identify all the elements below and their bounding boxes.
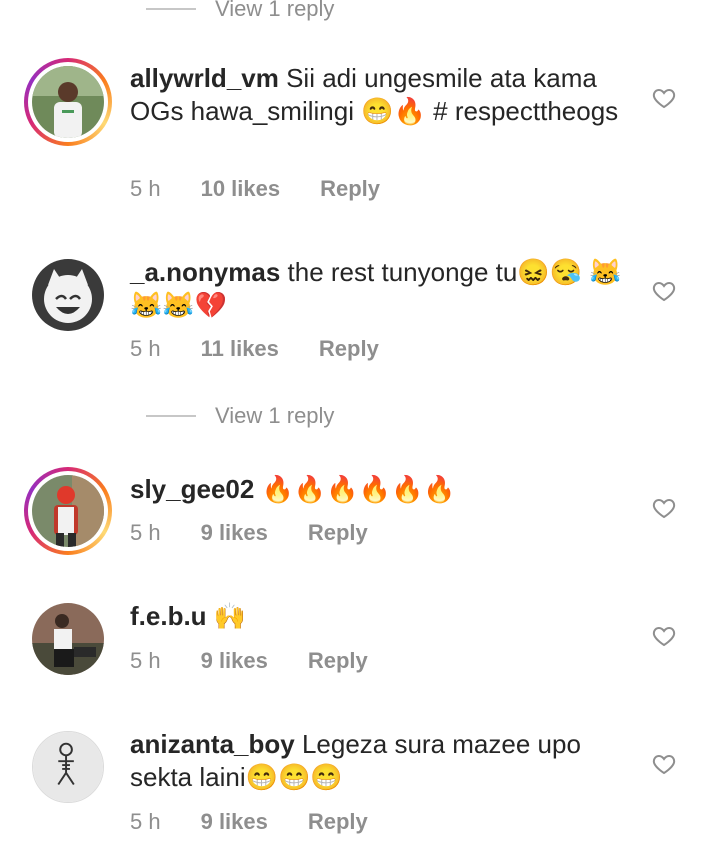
avatar[interactable]: [32, 603, 104, 675]
view-replies-label: View 1 reply: [215, 0, 335, 21]
comment-body: allywrld_vm Sii adi ungesmile ata kama O…: [130, 62, 630, 128]
avatar[interactable]: [24, 58, 112, 146]
comment-username[interactable]: sly_gee02: [130, 474, 254, 504]
avatar-photo: [32, 259, 104, 331]
divider-line: [146, 415, 196, 417]
comment-time: 5 h: [130, 176, 161, 201]
comment-meta: 5 h 9 likes Reply: [130, 520, 408, 546]
avatar[interactable]: [32, 731, 104, 803]
reply-button[interactable]: Reply: [308, 809, 368, 835]
comment-username[interactable]: allywrld_vm: [130, 63, 279, 93]
comment-likes[interactable]: 9 likes: [201, 520, 268, 546]
heart-icon[interactable]: [652, 752, 676, 776]
avatar-photo: [32, 603, 104, 675]
reply-button[interactable]: Reply: [319, 336, 379, 362]
comment-username[interactable]: anizanta_boy: [130, 729, 295, 759]
view-replies-link[interactable]: View 1 reply: [146, 403, 334, 429]
heart-icon[interactable]: [652, 279, 676, 303]
heart-icon[interactable]: [652, 624, 676, 648]
comment-meta: 5 h 9 likes Reply: [130, 648, 408, 674]
comment-body: f.e.b.u 🙌: [130, 600, 630, 633]
reply-button[interactable]: Reply: [320, 176, 380, 202]
comment-body: _a.nonymas the rest tunyonge tu😖😪 😹😹😹💔: [130, 256, 630, 322]
comment-username[interactable]: _a.nonymas: [130, 257, 280, 287]
view-replies-link-top[interactable]: View 1 reply: [146, 0, 334, 22]
comment-meta: 5 h 10 likes Reply: [130, 176, 420, 202]
comment-time: 5 h: [130, 648, 161, 673]
comment-text: 🙌: [213, 601, 247, 631]
reply-button[interactable]: Reply: [308, 648, 368, 674]
reply-button[interactable]: Reply: [308, 520, 368, 546]
comment-time: 5 h: [130, 809, 161, 834]
comment-likes[interactable]: 11 likes: [201, 336, 279, 362]
comment-meta: 5 h 9 likes Reply: [130, 809, 408, 835]
comment-likes[interactable]: 9 likes: [201, 648, 268, 674]
comment-meta: 5 h 11 likes Reply: [130, 336, 419, 362]
avatar-photo: [33, 732, 103, 802]
comment-likes[interactable]: 9 likes: [201, 809, 268, 835]
divider-line: [146, 8, 196, 10]
avatar[interactable]: [32, 259, 104, 331]
comment-body: sly_gee02 🔥🔥🔥🔥🔥🔥: [130, 473, 630, 506]
view-replies-label: View 1 reply: [215, 403, 335, 428]
comment-text: 🔥🔥🔥🔥🔥🔥: [261, 474, 456, 504]
comment-username[interactable]: f.e.b.u: [130, 601, 207, 631]
avatar[interactable]: [24, 467, 112, 555]
avatar-photo: [32, 475, 104, 547]
avatar-photo: [32, 66, 104, 138]
comment-time: 5 h: [130, 520, 161, 545]
comment-likes[interactable]: 10 likes: [201, 176, 281, 202]
comment-body: anizanta_boy Legeza sura mazee upo sekta…: [130, 728, 630, 794]
heart-icon[interactable]: [652, 496, 676, 520]
heart-icon[interactable]: [652, 86, 676, 110]
comment-time: 5 h: [130, 336, 161, 361]
